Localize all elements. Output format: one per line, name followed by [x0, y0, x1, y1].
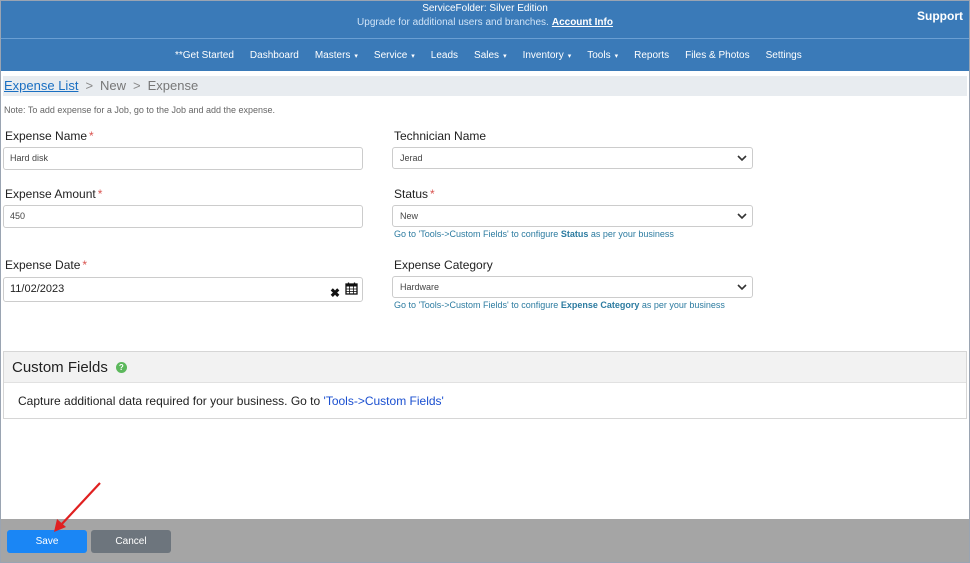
nav-item-sales[interactable]: Sales ▾: [474, 50, 507, 61]
nav-item-masters[interactable]: Masters ▾: [315, 50, 358, 61]
breadcrumb-new: New: [100, 78, 127, 93]
expense-category-select[interactable]: Hardware: [392, 276, 753, 298]
custom-fields-link[interactable]: 'Tools->Custom Fields': [419, 300, 509, 310]
custom-fields-title: Custom Fields: [12, 358, 108, 376]
expense-category-label: Expense Category: [394, 258, 493, 272]
nav-item-label: Masters: [314, 50, 351, 61]
nav-item-reports[interactable]: Reports: [634, 50, 669, 61]
expense-amount-label: Expense Amount *: [5, 187, 102, 201]
label-text: Expense Name: [5, 129, 88, 143]
support-link[interactable]: Support: [917, 9, 963, 23]
breadcrumb-separator: >: [85, 78, 94, 93]
nav-item-label: Sales: [474, 50, 500, 61]
custom-fields-link[interactable]: 'Tools->Custom Fields': [419, 229, 509, 239]
expense-date-value: 11/02/2023: [10, 283, 65, 295]
nav-item-label: Dashboard: [249, 50, 299, 61]
breadcrumb-expense-list-link[interactable]: Expense List: [4, 78, 78, 93]
save-button[interactable]: Save: [7, 530, 87, 553]
expense-date-label: Expense Date *: [5, 258, 87, 272]
nav-item-dashboard[interactable]: Dashboard: [250, 50, 299, 61]
chevron-down-icon: [737, 284, 747, 291]
custom-fields-body: Capture additional data required for you…: [4, 383, 966, 408]
clear-date-icon[interactable]: ✖: [330, 282, 340, 305]
required-marker: *: [430, 187, 435, 201]
custom-fields-text: Capture additional data required for you…: [18, 394, 321, 408]
top-bar: ServiceFolder: Silver Edition Upgrade fo…: [1, 1, 969, 38]
cancel-button[interactable]: Cancel: [91, 530, 171, 553]
technician-select[interactable]: Jerad: [392, 147, 753, 169]
hint-text: Go to: [394, 300, 417, 310]
expense-name-label: Expense Name *: [5, 129, 94, 143]
upgrade-notice: Upgrade for additional users and branche…: [1, 17, 969, 28]
status-label: Status *: [394, 187, 435, 201]
label-text: Technician Name: [394, 129, 487, 143]
nav-item-settings[interactable]: Settings: [766, 50, 802, 61]
nav-item-label: Reports: [634, 50, 670, 61]
technician-selected-value: Jerad: [400, 153, 423, 163]
required-marker: *: [82, 258, 88, 272]
chevron-down-icon: [737, 155, 747, 162]
hint-text: as per your business: [590, 229, 674, 239]
account-info-link[interactable]: Account Info: [552, 17, 613, 28]
hint-text: to configure: [511, 229, 559, 239]
hint-text: to configure: [511, 300, 559, 310]
status-selected-value: New: [400, 211, 419, 221]
breadcrumb-expense: Expense: [147, 78, 199, 93]
nav-item-tools[interactable]: Tools ▾: [587, 50, 618, 61]
caret-down-icon: ▾: [411, 52, 415, 60]
caret-down-icon: ▾: [614, 52, 619, 60]
breadcrumb: Expense List > New > Expense: [3, 76, 967, 96]
category-selected-value: Hardware: [400, 282, 440, 292]
expense-name-input[interactable]: Hard disk: [3, 147, 363, 170]
required-marker: *: [97, 187, 103, 201]
nav-item-leads[interactable]: Leads: [431, 50, 458, 61]
help-icon[interactable]: ?: [115, 361, 127, 373]
nav-item-label: Leads: [430, 50, 459, 61]
calendar-icon[interactable]: [345, 282, 358, 295]
caret-down-icon: ▾: [567, 52, 572, 60]
required-marker: *: [89, 129, 94, 143]
hint-bold-text: Status: [560, 229, 589, 239]
upgrade-text: Upgrade for additional users and branche…: [357, 17, 549, 28]
breadcrumb-separator: >: [133, 78, 141, 93]
caret-down-icon: ▾: [503, 52, 507, 60]
nav-item-service[interactable]: Service ▾: [374, 50, 415, 61]
nav-item-inventory[interactable]: Inventory ▾: [523, 50, 572, 61]
nav-item-label: Settings: [765, 50, 802, 61]
nav-item-get-started[interactable]: **Get Started: [175, 50, 234, 61]
custom-fields-link[interactable]: 'Tools->Custom Fields': [324, 394, 444, 408]
label-text: Expense Date: [5, 258, 81, 272]
form-footer: Save Cancel: [1, 519, 969, 562]
status-select[interactable]: New: [392, 205, 753, 227]
nav-item-files-photos[interactable]: Files & Photos: [685, 50, 749, 61]
label-text: Expense Amount: [5, 187, 96, 201]
custom-fields-header: Custom Fields ?: [4, 352, 966, 383]
nav-item-label: Service: [373, 50, 408, 61]
category-hint: Go to 'Tools->Custom Fields' to configur…: [394, 298, 739, 313]
form-note: Note: To add expense for a Job, go to th…: [4, 105, 276, 115]
hint-text: Go to: [394, 229, 417, 239]
nav-item-label: Tools: [587, 50, 611, 61]
hint-text: as per your business: [641, 300, 725, 310]
status-hint: Go to 'Tools->Custom Fields' to configur…: [394, 227, 734, 242]
expense-amount-input[interactable]: 450: [3, 205, 363, 228]
label-text: Status: [394, 187, 429, 201]
nav-item-label: Files & Photos: [685, 50, 750, 61]
custom-fields-panel: Custom Fields ? Capture additional data …: [3, 351, 967, 419]
nav-item-label: **Get Started: [175, 50, 234, 61]
chevron-down-icon: [737, 213, 747, 220]
caret-down-icon: ▾: [354, 52, 358, 60]
main-nav: **Get Started Dashboard Masters ▾ Service…: [1, 38, 969, 71]
technician-name-label: Technician Name: [394, 129, 486, 143]
nav-item-label: Inventory: [522, 50, 564, 61]
expense-date-input[interactable]: 11/02/2023 ✖: [3, 277, 363, 302]
hint-bold-text: Expense Category: [560, 300, 640, 310]
edition-label: ServiceFolder: Silver Edition: [422, 3, 548, 14]
label-text: Expense Category: [394, 258, 493, 272]
